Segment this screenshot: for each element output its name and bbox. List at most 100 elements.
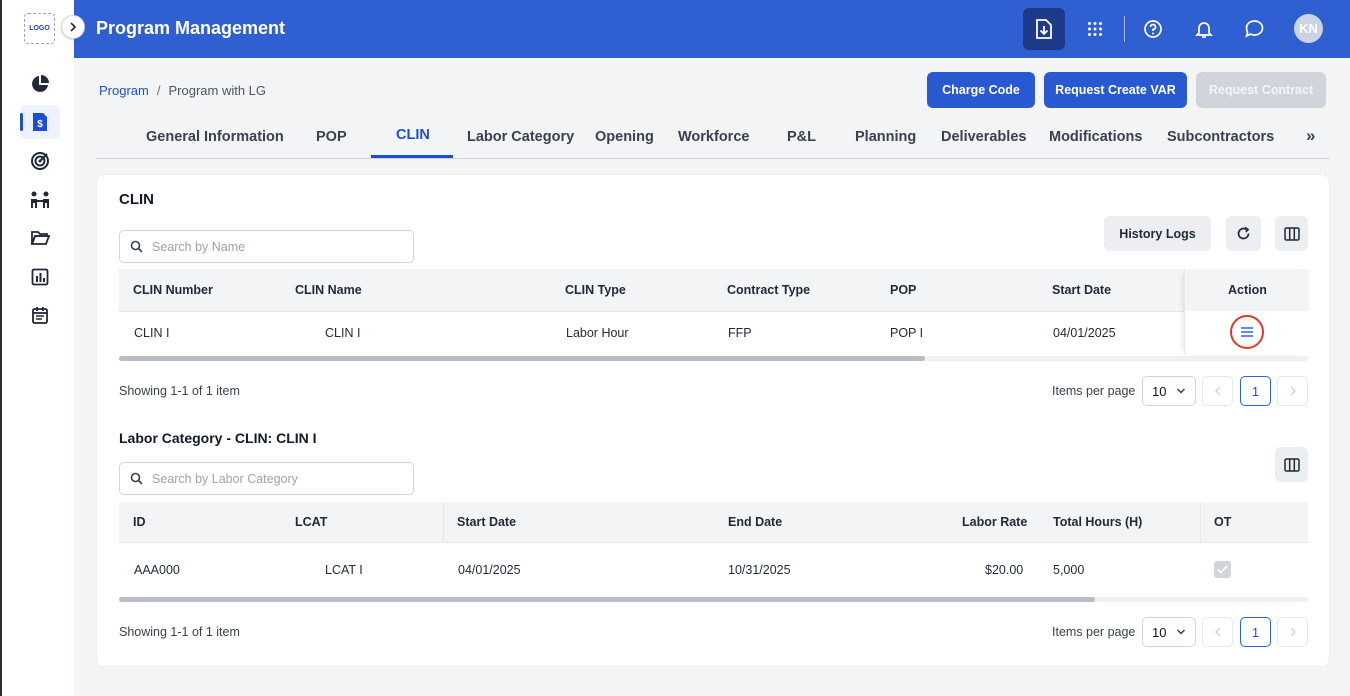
refresh-button[interactable] (1226, 216, 1261, 251)
chevron-down-icon (1176, 388, 1186, 394)
tabs-more-button[interactable]: » (1306, 126, 1315, 146)
tab-pnl[interactable]: P&L (787, 129, 816, 145)
top-header: Program Management KN (74, 0, 1350, 58)
labor-columns-button[interactable] (1275, 447, 1308, 482)
request-create-var-button[interactable]: Request Create VAR (1044, 72, 1187, 108)
start-date-cell: 04/01/2025 (458, 563, 521, 577)
check-icon (1217, 565, 1228, 574)
help-icon (1144, 20, 1162, 38)
sidebar-toggle-button[interactable] (61, 15, 85, 39)
chevron-left-icon (1214, 627, 1221, 637)
column-header[interactable]: Contract Type (727, 283, 810, 297)
start-date-cell: 04/01/2025 (1053, 326, 1116, 340)
row-divider (119, 542, 1308, 543)
sidebar-item-goals[interactable] (20, 144, 60, 178)
help-button[interactable] (1132, 8, 1174, 50)
content-card: CLIN History Logs CLIN Number CLIN Name … (96, 174, 1330, 667)
clin-table-header: CLIN Number CLIN Name CLIN Type Contract… (119, 269, 1308, 311)
labor-search-field[interactable] (119, 462, 414, 495)
column-header[interactable]: CLIN Number (133, 283, 213, 297)
breadcrumb-separator: / (156, 83, 161, 98)
chevron-down-icon (1176, 629, 1186, 635)
sidebar-item-files[interactable] (20, 221, 60, 255)
clin-name-cell: CLIN I (325, 326, 361, 340)
tab-clin[interactable]: CLIN (396, 127, 430, 143)
next-page-button[interactable] (1277, 376, 1308, 406)
sidebar-item-programs[interactable]: $ (20, 105, 60, 139)
action-column: Action (1184, 269, 1309, 354)
column-header[interactable]: Total Hours (H) (1053, 515, 1142, 529)
sidebar-item-reports[interactable] (20, 260, 60, 294)
scrollbar-thumb[interactable] (119, 356, 925, 361)
user-avatar[interactable]: KN (1294, 14, 1323, 43)
tab-planning[interactable]: Planning (855, 129, 916, 145)
people-icon (31, 191, 49, 208)
column-header[interactable]: ID (133, 515, 146, 529)
scrollbar-thumb[interactable] (119, 597, 1095, 602)
clin-showing-count: Showing 1-1 of 1 item (119, 384, 240, 398)
sidebar-item-dashboard[interactable] (20, 67, 60, 101)
sidebar-item-people[interactable] (20, 183, 60, 217)
tab-labor-category[interactable]: Labor Category (467, 129, 574, 145)
pop-cell: POP I (890, 326, 924, 340)
tab-modifications[interactable]: Modifications (1049, 129, 1142, 145)
clin-columns-button[interactable] (1275, 216, 1308, 251)
clin-search-field[interactable] (119, 230, 414, 263)
svg-text:$: $ (37, 119, 43, 130)
items-per-page-label: Items per page (1052, 625, 1136, 639)
items-per-page-select[interactable]: 10 (1142, 376, 1196, 406)
items-per-page-value: 10 (1152, 383, 1167, 399)
clin-number-cell: CLIN I (134, 326, 170, 340)
column-header[interactable]: OT (1214, 515, 1231, 529)
prev-page-button[interactable] (1202, 617, 1233, 647)
clin-horizontal-scrollbar[interactable] (119, 356, 1308, 361)
column-header[interactable]: Labor Rate (962, 515, 1027, 529)
items-per-page-label: Items per page (1052, 384, 1136, 398)
charge-code-button[interactable]: Charge Code (927, 72, 1035, 108)
end-date-cell: 10/31/2025 (728, 563, 791, 577)
chevron-right-icon (1289, 627, 1296, 637)
messages-button[interactable] (1233, 8, 1275, 50)
column-header[interactable]: Start Date (1052, 283, 1111, 297)
tab-deliverables[interactable]: Deliverables (941, 129, 1026, 145)
column-header[interactable]: End Date (728, 515, 782, 529)
column-divider (1200, 502, 1201, 542)
refresh-icon (1237, 226, 1250, 240)
chevron-right-icon (70, 22, 77, 32)
history-logs-button[interactable]: History Logs (1104, 216, 1211, 251)
apps-button[interactable] (1074, 8, 1116, 50)
prev-page-button[interactable] (1202, 376, 1233, 406)
clin-search-input[interactable] (152, 237, 402, 257)
column-header[interactable]: LCAT (295, 515, 327, 529)
page-number-button[interactable]: 1 (1240, 376, 1271, 406)
items-per-page-value: 10 (1152, 624, 1167, 640)
id-cell: AAA000 (134, 563, 180, 577)
tab-subcontractors[interactable]: Subcontractors (1167, 129, 1274, 145)
column-header[interactable]: CLIN Name (295, 283, 362, 297)
tab-opening[interactable]: Opening (595, 129, 654, 145)
labor-horizontal-scrollbar[interactable] (119, 597, 1308, 602)
column-header[interactable]: CLIN Type (565, 283, 626, 297)
labor-section-title: Labor Category - CLIN: CLIN I (119, 430, 317, 446)
column-header[interactable]: POP (890, 283, 916, 297)
tab-workforce[interactable]: Workforce (678, 129, 749, 145)
app-title: Program Management (96, 18, 286, 38)
view-details-button[interactable] (1230, 315, 1264, 349)
items-per-page-select[interactable]: 10 (1142, 617, 1196, 647)
next-page-button[interactable] (1277, 617, 1308, 647)
breadcrumb-link-program[interactable]: Program (99, 83, 149, 98)
request-contract-button[interactable]: Request Contract (1196, 72, 1326, 108)
tab-general-information[interactable]: General Information (146, 129, 284, 145)
column-header[interactable]: Start Date (457, 515, 516, 529)
notifications-button[interactable] (1183, 8, 1225, 50)
contract-type-cell: FFP (728, 326, 752, 340)
clin-section-title: CLIN (119, 191, 154, 208)
labor-search-input[interactable] (152, 469, 402, 489)
page-number-button[interactable]: 1 (1240, 617, 1271, 647)
logo: LOGO (24, 13, 55, 44)
download-button[interactable] (1023, 8, 1065, 50)
tab-pop[interactable]: POP (316, 129, 347, 145)
folder-icon (30, 231, 50, 245)
sidebar-item-calendar[interactable] (20, 298, 60, 332)
labor-table-header: ID LCAT Start Date End Date Labor Rate T… (119, 502, 1308, 542)
